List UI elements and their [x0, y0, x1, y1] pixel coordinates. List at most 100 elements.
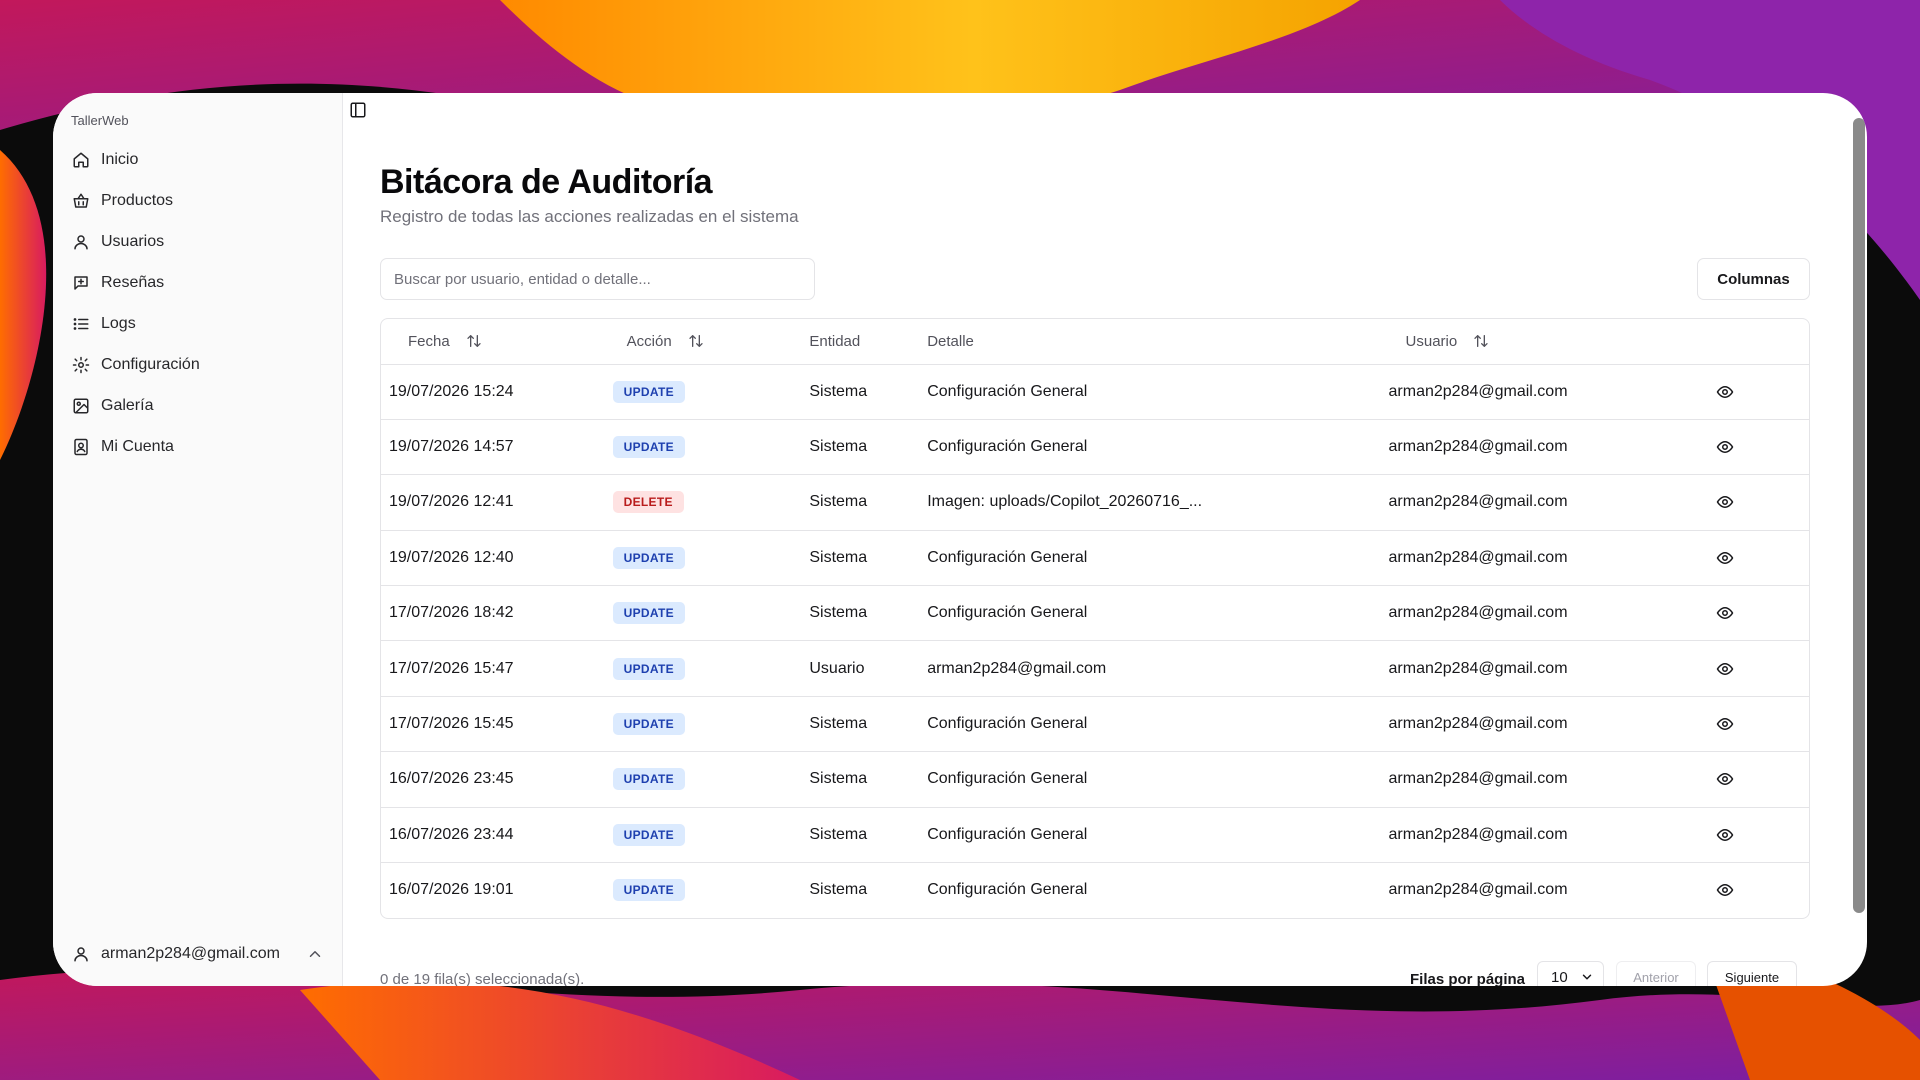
cell-usuario: arman2p284@gmail.com	[1386, 364, 1705, 420]
sidebar-item-inicio[interactable]: Inicio	[69, 139, 329, 180]
rows-per-page-label: Filas por página	[1410, 971, 1526, 986]
user-icon	[74, 947, 88, 962]
cell-fecha: 19/07/2026 12:40	[381, 530, 613, 587]
column-header-accion[interactable]: Acción	[612, 319, 810, 365]
search-input[interactable]	[380, 258, 815, 300]
view-details-button[interactable]	[1716, 826, 1809, 844]
sidebar-item-galeria[interactable]: Galería	[69, 385, 329, 426]
table-row: 16/07/2026 23:45 UPDATE Sistema Configuraci…	[381, 751, 1809, 808]
home-icon	[73, 152, 89, 167]
view-details-button[interactable]	[1716, 604, 1809, 622]
cell-detalle: Configuración General	[927, 585, 1387, 642]
column-header-fecha[interactable]: Fecha	[381, 319, 613, 365]
sort-icon	[467, 335, 481, 348]
column-header-detalle: Detalle	[927, 319, 1387, 365]
view-details-button[interactable]	[1716, 881, 1809, 899]
table-row: 17/07/2026 15:47 UPDATE Usuario arman2p284@…	[381, 640, 1809, 697]
table-row: 17/07/2026 15:45 UPDATE Sistema Configuraci…	[381, 696, 1809, 753]
cell-entidad: Sistema	[809, 585, 928, 642]
eye-icon	[1716, 881, 1809, 899]
cell-entidad: Sistema	[809, 751, 928, 808]
sidebar-item-label: Logs	[101, 314, 136, 332]
cell-usuario: arman2p284@gmail.com	[1388, 881, 1568, 899]
view-details-button[interactable]	[1716, 438, 1809, 456]
action-badge: UPDATE	[612, 380, 685, 403]
contact-icon	[74, 438, 88, 455]
column-header-actions	[1704, 319, 1809, 365]
sidebar-item-usuarios[interactable]: Usuarios	[69, 221, 329, 262]
view-details-button[interactable]	[1716, 660, 1809, 678]
cell-detalle: Configuración General	[927, 751, 1387, 808]
eye-icon	[1716, 826, 1809, 844]
action-badge: UPDATE	[612, 879, 685, 902]
cell-entidad: Sistema	[809, 419, 928, 476]
column-header-label: Fecha	[408, 332, 450, 350]
cell-entidad: Sistema	[809, 364, 928, 420]
eye-icon	[1716, 383, 1809, 401]
cell-fecha: 16/07/2026 23:45	[381, 751, 613, 808]
action-badge: DELETE	[612, 491, 684, 514]
sidebar-item-logs[interactable]: Logs	[69, 303, 329, 344]
cell-usuario: arman2p284@gmail.com	[1386, 640, 1705, 697]
sidebar-item-configuracion[interactable]: Configuración	[69, 344, 329, 385]
action-badge: UPDATE	[612, 657, 685, 680]
cell-usuario: arman2p284@gmail.com	[1386, 419, 1705, 476]
table-row: 19/07/2026 14:57 UPDATE Sistema Configuraci…	[381, 419, 1809, 476]
sidebar-nav: Inicio Productos Usuarios Reseñas Logs C…	[69, 139, 329, 467]
cell-detalle: Configuración General	[927, 881, 1088, 899]
sidebar-item-productos[interactable]: Productos	[69, 180, 329, 221]
main-content: Bitácora de Auditoría Registro de todas …	[343, 93, 1867, 986]
view-details-button[interactable]	[1716, 715, 1809, 733]
cell-fecha: 19/07/2026 14:57	[381, 419, 613, 476]
cell-entidad: Sistema	[809, 807, 928, 864]
cell-usuario: arman2p284@gmail.com	[1386, 696, 1705, 753]
cell-fecha: 16/07/2026 19:01	[389, 881, 514, 899]
sidebar-item-mi-cuenta[interactable]: Mi Cuenta	[69, 426, 329, 467]
image-icon	[73, 398, 89, 413]
account-menu[interactable]: arman2p284@gmail.com	[72, 936, 324, 972]
next-page-button[interactable]: Siguiente	[1707, 961, 1797, 986]
cell-detalle: arman2p284@gmail.com	[927, 640, 1387, 697]
view-details-button[interactable]	[1716, 549, 1809, 567]
eye-icon	[1716, 438, 1809, 456]
sort-icon	[1474, 335, 1488, 348]
vertical-scrollbar[interactable]	[1853, 118, 1865, 913]
selected-rows-count: 0 de 19 fila(s) seleccionada(s).	[380, 971, 585, 986]
view-details-button[interactable]	[1716, 383, 1809, 401]
cell-entidad: Sistema	[809, 530, 928, 587]
previous-page-button[interactable]: Anterior	[1616, 961, 1696, 986]
action-badge: UPDATE	[612, 602, 685, 625]
message-plus-icon	[74, 275, 88, 290]
cell-entidad: Sistema	[809, 474, 928, 531]
table-row: 17/07/2026 18:42 UPDATE Sistema Configuraci…	[381, 585, 1809, 642]
sidebar-item-label: Galería	[101, 396, 154, 414]
basket-icon	[73, 193, 89, 208]
cell-fecha: 19/07/2026 12:41	[381, 474, 613, 531]
cell-fecha: 16/07/2026 23:44	[381, 807, 613, 864]
page-subtitle: Registro de todas las acciones realizada…	[380, 207, 799, 226]
page-title: Bitácora de Auditoría	[380, 163, 713, 201]
cell-fecha: 19/07/2026 15:24	[381, 364, 613, 420]
eye-icon	[1716, 604, 1809, 622]
action-badge: UPDATE	[612, 713, 685, 736]
column-header-usuario[interactable]: Usuario	[1386, 319, 1705, 365]
cell-entidad: Sistema	[809, 881, 868, 899]
column-header-entidad: Entidad	[809, 319, 928, 365]
user-icon	[74, 234, 88, 249]
cell-fecha: 17/07/2026 18:42	[381, 585, 613, 642]
sidebar-item-resenas[interactable]: Reseñas	[69, 262, 329, 303]
column-header-label: Acción	[626, 332, 672, 350]
view-details-button[interactable]	[1716, 770, 1809, 788]
cell-usuario: arman2p284@gmail.com	[1386, 751, 1705, 808]
cell-entidad: Usuario	[809, 640, 928, 697]
account-email: arman2p284@gmail.com	[101, 945, 280, 962]
eye-icon	[1716, 715, 1809, 733]
eye-icon	[1716, 770, 1809, 788]
columns-button[interactable]: Columnas	[1697, 258, 1810, 300]
sidebar-toggle-button[interactable]	[349, 101, 367, 124]
cell-fecha: 17/07/2026 15:45	[381, 696, 613, 753]
view-details-button[interactable]	[1716, 493, 1809, 511]
action-badge: UPDATE	[612, 823, 685, 846]
table-row: 16/07/2026 19:01 UPDATE Sistema Configuraci…	[381, 863, 1809, 918]
rows-per-page-select[interactable]: 10	[1537, 961, 1604, 986]
